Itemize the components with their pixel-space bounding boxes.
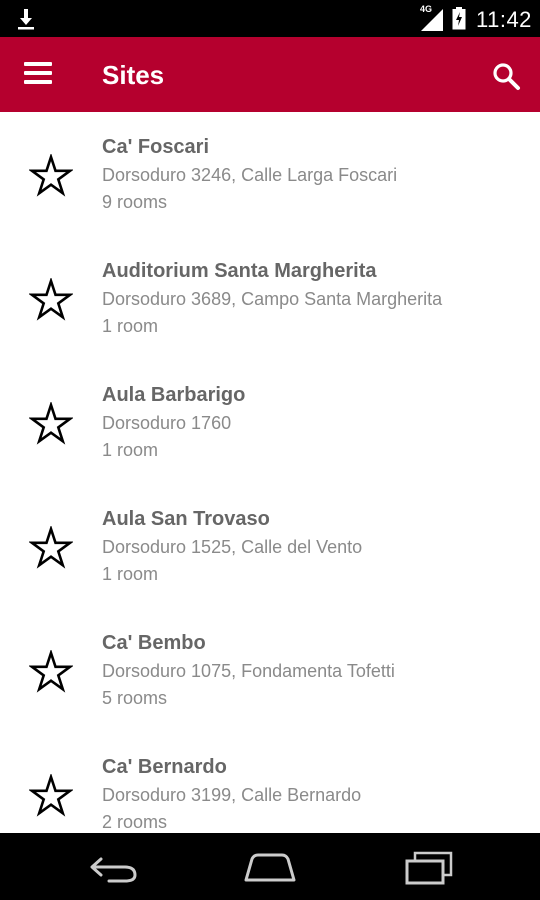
- list-item[interactable]: Aula San Trovaso Dorsoduro 1525, Calle d…: [0, 484, 540, 608]
- site-address: Dorsoduro 1760: [102, 413, 232, 433]
- star-outline-icon[interactable]: [29, 774, 73, 818]
- search-icon[interactable]: [490, 60, 522, 92]
- list-item[interactable]: Auditorium Santa Margherita Dorsoduro 36…: [0, 236, 540, 360]
- list-item[interactable]: Ca' Bernardo Dorsoduro 3199, Calle Berna…: [0, 732, 540, 833]
- star-outline-icon[interactable]: [29, 154, 73, 198]
- app-bar: Sites: [0, 37, 540, 112]
- site-name: Ca' Bernardo: [102, 756, 227, 778]
- site-name: Aula Barbarigo: [102, 384, 246, 406]
- site-rooms: 5 rooms: [102, 688, 168, 708]
- home-icon[interactable]: [242, 849, 298, 885]
- site-address: Dorsoduro 3246, Calle Larga Foscari: [102, 165, 398, 185]
- site-rooms: 1 room: [102, 316, 159, 336]
- site-rooms: 1 room: [102, 564, 159, 584]
- page-title: Sites: [102, 60, 165, 90]
- site-address: Dorsoduro 1525, Calle del Vento: [102, 537, 363, 557]
- star-outline-icon[interactable]: [29, 402, 73, 446]
- list-item[interactable]: Aula Barbarigo Dorsoduro 1760 1 room: [0, 360, 540, 484]
- list-item[interactable]: Ca' Bembo Dorsoduro 1075, Fondamenta Tof…: [0, 608, 540, 732]
- site-rooms: 9 rooms: [102, 192, 168, 212]
- menu-icon[interactable]: [24, 62, 54, 86]
- site-name: Aula San Trovaso: [102, 508, 270, 530]
- status-bar: 4G 11:42: [0, 0, 540, 37]
- sites-list[interactable]: Ca' Foscari Dorsoduro 3246, Calle Larga …: [0, 112, 540, 833]
- navigation-bar: [0, 833, 540, 900]
- site-address: Dorsoduro 1075, Fondamenta Tofetti: [102, 661, 395, 681]
- list-item[interactable]: Ca' Foscari Dorsoduro 3246, Calle Larga …: [0, 112, 540, 236]
- star-outline-icon[interactable]: [29, 526, 73, 570]
- recents-icon[interactable]: [401, 849, 457, 885]
- status-time: 11:42: [476, 7, 532, 32]
- download-icon: [18, 9, 34, 30]
- site-address: Dorsoduro 3199, Calle Bernardo: [102, 785, 362, 805]
- star-outline-icon[interactable]: [29, 650, 73, 694]
- back-icon[interactable]: [85, 849, 141, 885]
- site-name: Ca' Bembo: [102, 632, 206, 654]
- site-name: Auditorium Santa Margherita: [102, 260, 377, 282]
- site-rooms: 1 room: [102, 440, 159, 460]
- site-rooms: 2 rooms: [102, 812, 168, 832]
- site-name: Ca' Foscari: [102, 136, 210, 158]
- battery-icon: [452, 7, 466, 30]
- site-address: Dorsoduro 3689, Campo Santa Margherita: [102, 289, 443, 309]
- signal-icon: [421, 9, 443, 31]
- star-outline-icon[interactable]: [29, 278, 73, 322]
